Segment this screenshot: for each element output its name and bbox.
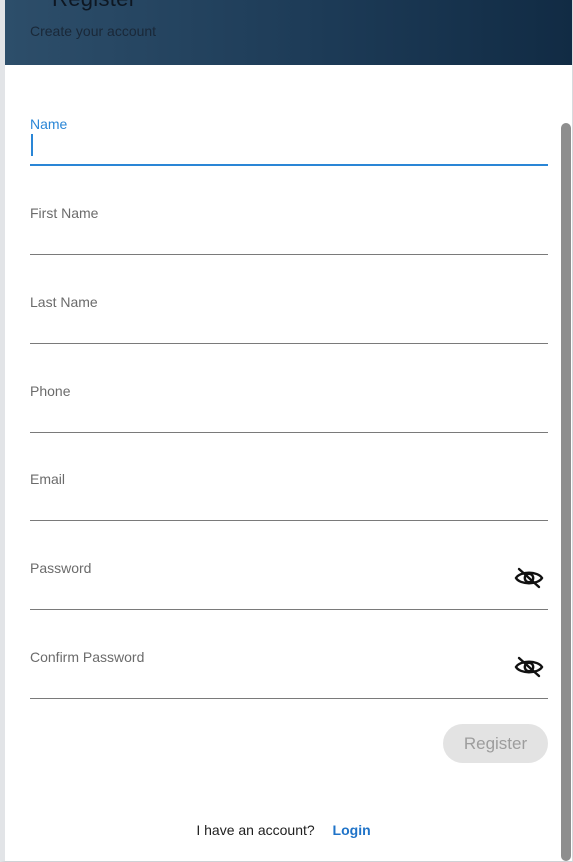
last-name-input[interactable]: [30, 313, 548, 339]
email-input[interactable]: [30, 490, 548, 516]
name-label: Name: [30, 116, 68, 132]
last-name-label: Last Name: [30, 294, 98, 310]
email-underline: [30, 520, 548, 521]
password-field: Password: [30, 559, 548, 611]
login-link[interactable]: Login: [333, 822, 371, 838]
first-name-underline: [30, 254, 548, 255]
name-underline: [30, 164, 548, 166]
confirm-password-label: Confirm Password: [30, 649, 145, 665]
confirm-password-field: Confirm Password: [30, 648, 548, 700]
password-label: Password: [30, 560, 92, 576]
login-prompt: I have an account? Login: [0, 822, 567, 838]
scrollbar-thumb[interactable]: [561, 123, 571, 861]
password-underline: [30, 609, 548, 610]
page-title: Register: [52, 0, 136, 12]
phone-input[interactable]: [30, 402, 548, 428]
phone-underline: [30, 432, 548, 433]
have-account-text: I have an account?: [196, 822, 315, 838]
name-input[interactable]: [30, 135, 548, 161]
phone-field: Phone: [30, 382, 548, 434]
first-name-label: First Name: [30, 205, 99, 221]
name-field: Name: [30, 115, 548, 167]
email-label: Email: [30, 471, 66, 487]
app-header: Register Create your account: [5, 0, 572, 65]
first-name-field: First Name: [30, 204, 548, 256]
eye-off-icon[interactable]: [514, 655, 544, 679]
password-input[interactable]: [30, 579, 500, 605]
text-caret: [31, 134, 33, 156]
eye-off-icon[interactable]: [514, 566, 544, 590]
confirm-password-input[interactable]: [30, 668, 500, 694]
page-subtitle: Create your account: [30, 23, 157, 39]
confirm-password-underline: [30, 698, 548, 699]
last-name-field: Last Name: [30, 293, 548, 345]
last-name-underline: [30, 343, 548, 344]
email-field: Email: [30, 470, 548, 522]
first-name-input[interactable]: [30, 224, 548, 250]
register-button[interactable]: Register: [443, 724, 548, 763]
phone-label: Phone: [30, 383, 71, 399]
